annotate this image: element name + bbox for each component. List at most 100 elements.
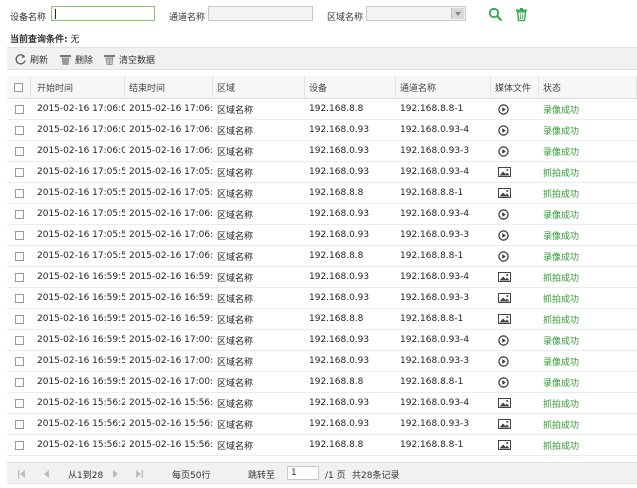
play-icon[interactable] — [498, 103, 509, 115]
table-row[interactable]: 2015-02-16 16:59:53 2015-02-16 16:59:53 区域… — [7, 288, 637, 309]
play-icon[interactable] — [498, 355, 509, 367]
row-checkbox-cell[interactable] — [7, 246, 31, 266]
table-row[interactable]: 2015-02-16 17:06:00 2015-02-16 17:06:30 区域… — [7, 141, 637, 162]
next-page-icon[interactable] — [111, 469, 120, 479]
row-checkbox[interactable] — [14, 230, 24, 240]
row-checkbox[interactable] — [14, 146, 24, 156]
row-checkbox[interactable] — [14, 398, 24, 408]
table-row[interactable]: 2015-02-16 17:05:59 2015-02-16 17:06:29 区域… — [7, 246, 637, 267]
table-row[interactable]: 2015-02-16 15:56:27 2015-02-16 15:56:27 区域… — [7, 435, 637, 456]
cell-media[interactable] — [491, 330, 539, 350]
table-row[interactable]: 2015-02-16 17:05:59 2015-02-16 17:05:59 区域… — [7, 183, 637, 204]
row-checkbox-cell[interactable] — [7, 162, 31, 182]
cell-media[interactable] — [491, 372, 539, 392]
row-checkbox-cell[interactable] — [7, 225, 31, 245]
select-all-checkbox[interactable] — [14, 82, 23, 92]
cell-media[interactable] — [491, 267, 539, 287]
prev-page-icon[interactable] — [42, 469, 51, 479]
cell-media[interactable] — [491, 225, 539, 245]
channel-name-input[interactable] — [208, 6, 313, 21]
row-checkbox[interactable] — [14, 314, 24, 324]
row-checkbox[interactable] — [14, 356, 24, 366]
table-row[interactable]: 2015-02-16 17:05:59 2015-02-16 17:06:29 区域… — [7, 225, 637, 246]
first-page-icon[interactable] — [17, 469, 26, 479]
play-icon[interactable] — [498, 145, 509, 157]
row-checkbox[interactable] — [14, 293, 24, 303]
column-header-device[interactable]: 设备 — [305, 76, 396, 98]
row-checkbox[interactable] — [14, 251, 24, 261]
column-header-media[interactable]: 媒体文件 — [491, 76, 539, 98]
cell-media[interactable] — [491, 435, 539, 455]
column-header-start-time[interactable]: 开始时间 — [33, 76, 125, 98]
row-checkbox[interactable] — [14, 188, 24, 198]
cell-media[interactable] — [491, 183, 539, 203]
last-page-icon[interactable] — [135, 469, 144, 479]
cell-media[interactable] — [491, 309, 539, 329]
clear-filter-icon[interactable] — [514, 7, 529, 22]
row-checkbox-cell[interactable] — [7, 204, 31, 224]
column-header-channel[interactable]: 通道名称 — [396, 76, 491, 98]
row-checkbox[interactable] — [14, 104, 24, 114]
table-row[interactable]: 2015-02-16 16:59:53 2015-02-16 17:00:23 区域… — [7, 351, 637, 372]
device-name-input[interactable] — [51, 6, 155, 21]
cell-media[interactable] — [491, 141, 539, 161]
area-name-select[interactable] — [366, 6, 466, 21]
table-row[interactable]: 2015-02-16 17:05:59 2015-02-16 17:05:59 区域… — [7, 162, 637, 183]
cell-media[interactable] — [491, 99, 539, 119]
cell-media[interactable] — [491, 414, 539, 434]
row-checkbox-cell[interactable] — [7, 288, 31, 308]
row-checkbox-cell[interactable] — [7, 414, 31, 434]
table-row[interactable]: 2015-02-16 15:56:27 2015-02-16 15:56:27 区域… — [7, 393, 637, 414]
row-checkbox[interactable] — [14, 167, 24, 177]
chevron-down-icon[interactable] — [451, 8, 464, 19]
rows-per-page[interactable]: 每页50行 — [172, 468, 210, 481]
clear-data-button[interactable]: 清空数据 — [103, 52, 155, 66]
table-row[interactable]: 2015-02-16 16:59:54 2015-02-16 16:59:54 区域… — [7, 267, 637, 288]
refresh-button[interactable]: 刷新 — [14, 52, 48, 66]
row-checkbox-cell[interactable] — [7, 330, 31, 350]
row-checkbox[interactable] — [14, 440, 24, 450]
column-header-status[interactable]: 状态 — [539, 76, 637, 98]
image-icon[interactable] — [498, 293, 511, 303]
cell-media[interactable] — [491, 246, 539, 266]
cell-media[interactable] — [491, 120, 539, 140]
image-icon[interactable] — [498, 419, 511, 429]
row-checkbox-cell[interactable] — [7, 99, 31, 119]
play-icon[interactable] — [498, 376, 509, 388]
row-checkbox[interactable] — [14, 125, 24, 135]
table-row[interactable]: 2015-02-16 16:59:53 2015-02-16 17:00:23 区域… — [7, 372, 637, 393]
row-checkbox-cell[interactable] — [7, 393, 31, 413]
row-checkbox-cell[interactable] — [7, 435, 31, 455]
search-icon[interactable] — [488, 7, 503, 22]
image-icon[interactable] — [498, 314, 511, 324]
cell-media[interactable] — [491, 393, 539, 413]
row-checkbox-cell[interactable] — [7, 351, 31, 371]
table-row[interactable]: 2015-02-16 15:56:27 2015-02-16 15:56:27 区域… — [7, 414, 637, 435]
row-checkbox-cell[interactable] — [7, 372, 31, 392]
play-icon[interactable] — [498, 250, 509, 262]
image-icon[interactable] — [498, 188, 511, 198]
delete-button[interactable]: 删除 — [59, 52, 93, 66]
play-icon[interactable] — [498, 334, 509, 346]
header-select-all[interactable] — [7, 76, 31, 98]
row-checkbox[interactable] — [14, 419, 24, 429]
play-icon[interactable] — [498, 229, 509, 241]
row-checkbox-cell[interactable] — [7, 267, 31, 287]
table-row[interactable]: 2015-02-16 17:06:00 2015-02-16 17:06:30 区域… — [7, 120, 637, 141]
row-checkbox[interactable] — [14, 209, 24, 219]
row-checkbox[interactable] — [14, 335, 24, 345]
column-header-end-time[interactable]: 结束时间 — [125, 76, 213, 98]
row-checkbox-cell[interactable] — [7, 141, 31, 161]
row-checkbox-cell[interactable] — [7, 309, 31, 329]
play-icon[interactable] — [498, 208, 509, 220]
image-icon[interactable] — [498, 167, 511, 177]
table-row[interactable]: 2015-02-16 17:05:59 2015-02-16 17:06:29 区域… — [7, 204, 637, 225]
table-row[interactable]: 2015-02-16 16:59:53 2015-02-16 16:59:53 区域… — [7, 309, 637, 330]
cell-media[interactable] — [491, 204, 539, 224]
cell-media[interactable] — [491, 288, 539, 308]
row-checkbox[interactable] — [14, 272, 24, 282]
row-checkbox[interactable] — [14, 377, 24, 387]
image-icon[interactable] — [498, 440, 511, 450]
row-checkbox-cell[interactable] — [7, 183, 31, 203]
image-icon[interactable] — [498, 272, 511, 282]
